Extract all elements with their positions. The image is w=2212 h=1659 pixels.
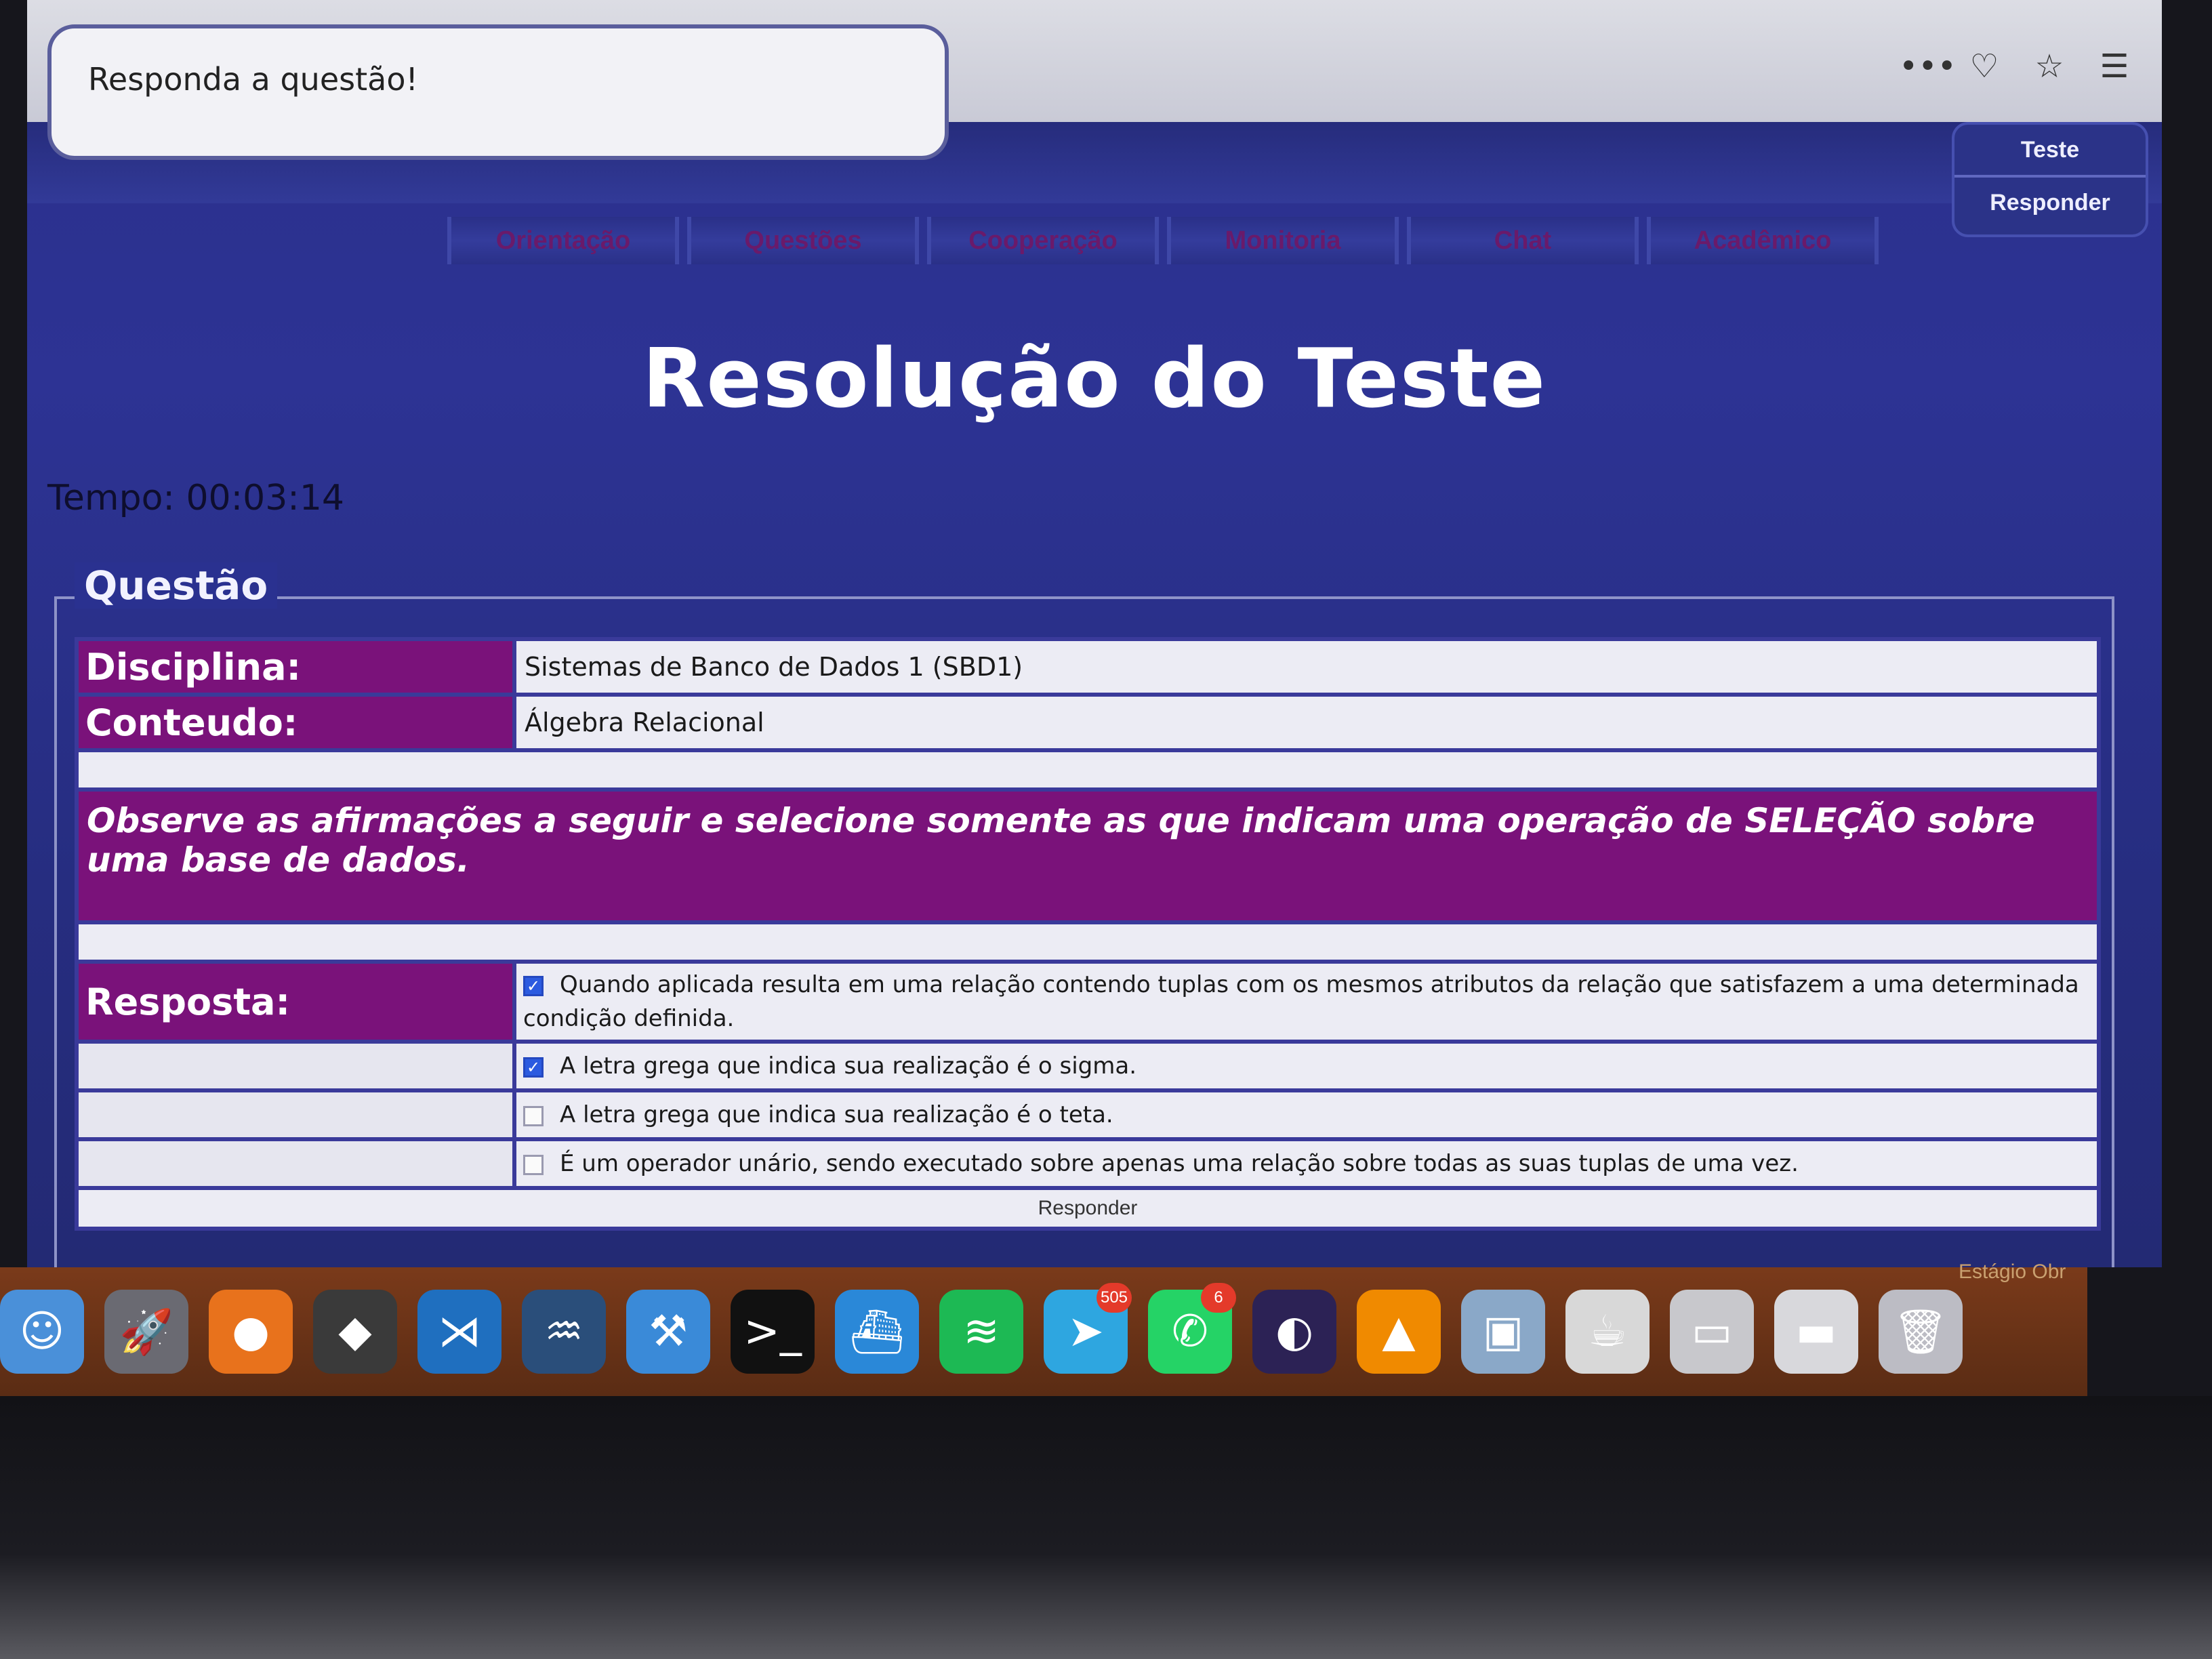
spotify-icon[interactable]: ≋ (939, 1290, 1023, 1374)
table-row: Disciplina: Sistemas de Banco de Dados 1… (79, 641, 2097, 693)
side-menu-responder[interactable]: Responder (1954, 175, 2146, 228)
spacer-row (79, 924, 2097, 960)
java-icon[interactable]: ☕ (1565, 1290, 1650, 1374)
option-2[interactable]: ✓ A letra grega que indica sua realização… (516, 1044, 2097, 1088)
empty-label-cell (79, 1044, 512, 1088)
main-nav: Orientação Questões Cooperação Monitoria… (447, 217, 1879, 264)
screen-sharing-icon[interactable]: ▭ (1670, 1290, 1754, 1374)
table-row (79, 752, 2097, 787)
question-statement: Observe as afirmações a seguir e selecio… (79, 792, 2097, 920)
tab-academico[interactable]: Acadêmico (1647, 217, 1879, 264)
browser-toolbar-icons: ••• ♡ ☆ ☰ (1899, 47, 2135, 85)
pocket-icon[interactable]: ♡ (1964, 47, 2005, 85)
page-title: Resolução do Teste (642, 332, 1547, 426)
firefox-icon[interactable]: ● (209, 1290, 293, 1374)
notification-badge: 505 (1097, 1283, 1132, 1313)
option-2-text: A letra grega que indica sua realização … (560, 1052, 1136, 1080)
sublime-icon[interactable]: ◆ (313, 1290, 397, 1374)
xcode-icon[interactable]: ⚒ (626, 1290, 710, 1374)
conteudo-value: Álgebra Relacional (516, 697, 2097, 748)
empty-label-cell (79, 1092, 512, 1137)
resposta-label: Resposta: (79, 964, 512, 1040)
tab-cooperacao[interactable]: Cooperação (927, 217, 1159, 264)
laptop-bezel (0, 1396, 2212, 1659)
vlc-icon[interactable]: ▲ (1357, 1290, 1441, 1374)
launchpad-icon[interactable]: 🚀 (104, 1290, 188, 1374)
option-3[interactable]: A letra grega que indica sua realização … (516, 1092, 2097, 1137)
mysql-workbench-icon[interactable]: ♒ (522, 1290, 606, 1374)
vscode-icon[interactable]: ⋊ (417, 1290, 501, 1374)
conteudo-label: Conteudo: (79, 697, 512, 748)
side-menu-teste[interactable]: Teste (1954, 125, 2146, 175)
more-icon[interactable]: ••• (1899, 47, 1957, 85)
option-3-text: A letra grega que indica sua realização … (560, 1101, 1113, 1128)
dock-stack-label[interactable]: Estágio Obr (1959, 1261, 2066, 1284)
tab-questoes[interactable]: Questões (687, 217, 919, 264)
timer: Tempo: 00:03:14 (47, 478, 344, 518)
table-row: Resposta: ✓ Quando aplicada resulta em um… (79, 964, 2097, 1040)
telegram-icon[interactable]: ➤ 505 (1044, 1283, 1132, 1374)
table-row: Observe as afirmações a seguir e selecio… (79, 792, 2097, 920)
star-icon[interactable]: ☆ (2029, 47, 2070, 85)
option-1-text: Quando aplicada resulta em uma relação c… (523, 971, 2079, 1032)
table-row: Conteudo: Álgebra Relacional (79, 697, 2097, 748)
desktop-folder-icon[interactable]: ▬ (1774, 1290, 1858, 1374)
docker-icon[interactable]: ⛴ (835, 1290, 919, 1374)
menu-icon[interactable]: ☰ (2094, 47, 2135, 85)
table-row: ✓ A letra grega que indica sua realização… (79, 1044, 2097, 1088)
notification-badge: 6 (1201, 1283, 1236, 1313)
side-menu: Teste Responder (1952, 122, 2148, 237)
table-row: A letra grega que indica sua realização … (79, 1092, 2097, 1137)
table-row: É um operador unário, sendo executado so… (79, 1141, 2097, 1186)
option-1-checkbox[interactable]: ✓ (523, 975, 544, 996)
disciplina-value: Sistemas de Banco de Dados 1 (SBD1) (516, 641, 2097, 693)
eclipse-icon[interactable]: ◐ (1252, 1290, 1336, 1374)
option-4[interactable]: É um operador unário, sendo executado so… (516, 1141, 2097, 1186)
disciplina-label: Disciplina: (79, 641, 512, 693)
option-2-checkbox[interactable]: ✓ (523, 1057, 544, 1078)
spacer-row (79, 752, 2097, 787)
submit-answer-button[interactable]: Responder (79, 1190, 2097, 1227)
tab-monitoria[interactable]: Monitoria (1167, 217, 1399, 264)
tab-orientacao[interactable]: Orientação (447, 217, 679, 264)
option-4-checkbox[interactable] (523, 1154, 544, 1175)
whatsapp-icon[interactable]: ✆ 6 (1148, 1283, 1236, 1374)
question-table: Disciplina: Sistemas de Banco de Dados 1… (75, 637, 2101, 1231)
question-legend: Questão (75, 562, 278, 609)
trash-icon[interactable]: 🗑 (1879, 1290, 1963, 1374)
empty-label-cell (79, 1141, 512, 1186)
dock: ☺ 🚀 ● ◆ ⋊ ♒ ⚒ >_ ⛴ ≋ ➤ 505 ✆ 6 ◐ ▲ ▣ ☕ ▭ ▬ 🗑 (0, 1267, 2087, 1396)
option-3-checkbox[interactable] (523, 1105, 544, 1126)
terminal-icon[interactable]: >_ (731, 1290, 815, 1374)
option-1[interactable]: ✓ Quando aplicada resulta em uma relação … (516, 964, 2097, 1040)
table-row: Responder (79, 1190, 2097, 1227)
status-message: Responda a questão! (88, 61, 418, 98)
finder-icon[interactable]: ☺ (0, 1290, 84, 1374)
option-4-text: É um operador unário, sendo executado so… (560, 1150, 1799, 1177)
table-row (79, 924, 2097, 960)
preview-icon[interactable]: ▣ (1461, 1290, 1545, 1374)
tab-chat[interactable]: Chat (1407, 217, 1639, 264)
